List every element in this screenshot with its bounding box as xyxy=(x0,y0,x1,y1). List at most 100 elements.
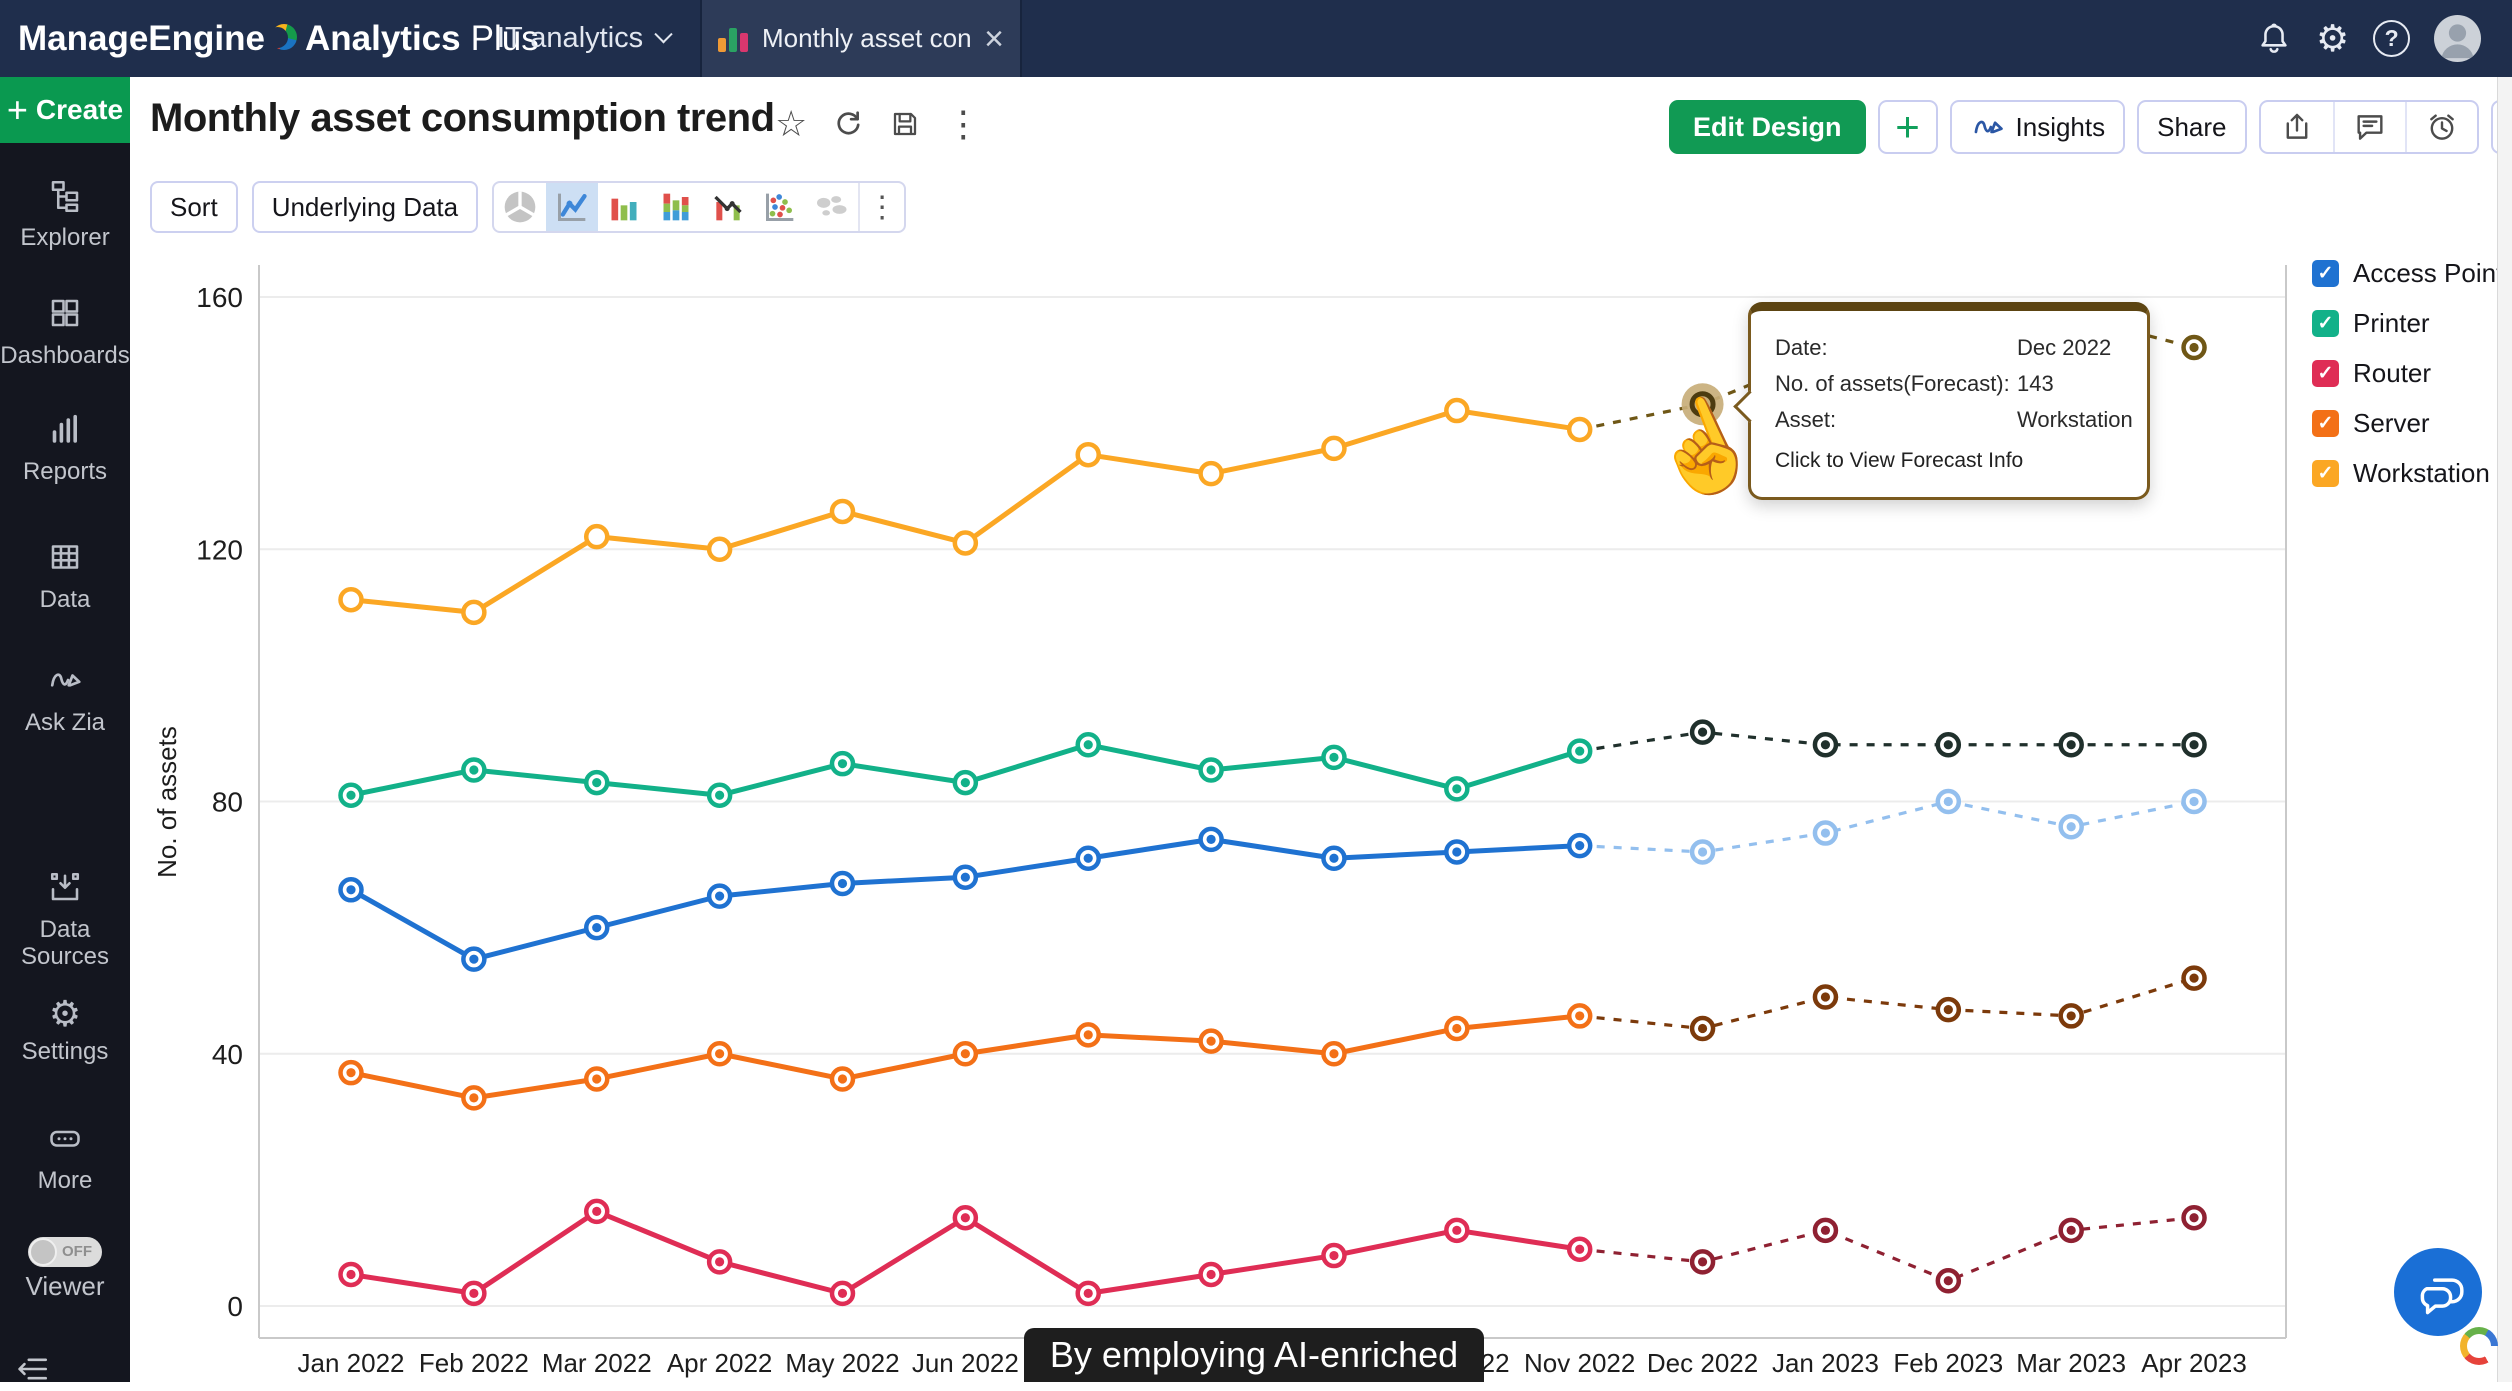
explorer-icon xyxy=(47,177,83,213)
sidebar-item-settings[interactable]: ⚙ Settings xyxy=(0,995,130,1065)
series-server xyxy=(341,968,2205,1109)
pie-chart-icon xyxy=(500,187,540,227)
sidebar-item-ask-zia[interactable]: Ask Zia xyxy=(0,662,130,736)
chevron-down-icon xyxy=(654,25,672,43)
x-tick-label: Jan 2023 xyxy=(1772,1348,1879,1378)
x-tick-label: Apr 2022 xyxy=(667,1348,773,1378)
legend-item-access-point[interactable]: ✓Access Point xyxy=(2312,258,2503,289)
avatar[interactable] xyxy=(2434,15,2481,62)
scatter-chart-type[interactable] xyxy=(754,183,806,231)
chart-type-switcher: ⋮ xyxy=(492,181,906,233)
underlying-data-button[interactable]: Underlying Data xyxy=(252,181,478,233)
y-tick-label: 80 xyxy=(212,787,243,818)
header-icon-group xyxy=(2259,100,2479,154)
tooltip-value: Dec 2022 xyxy=(2017,335,2111,361)
tooltip-value: Workstation xyxy=(2017,407,2133,433)
sidebar-item-label: Data Sources xyxy=(11,916,119,970)
sidebar-item-more[interactable]: More xyxy=(0,1120,130,1194)
line-chart-type-active[interactable] xyxy=(546,183,598,231)
collapse-sidebar-icon[interactable] xyxy=(16,1352,50,1391)
save-icon[interactable] xyxy=(889,108,921,140)
combo-chart-type[interactable] xyxy=(702,183,754,231)
legend-label: Server xyxy=(2353,408,2430,439)
bell-icon[interactable] xyxy=(2256,21,2292,57)
alarm-clock-icon xyxy=(2425,110,2459,144)
series-router xyxy=(341,1201,2205,1304)
toggle-knob xyxy=(29,1238,57,1266)
manageengine-swirl-icon xyxy=(271,22,299,56)
zia-loading-spinner xyxy=(2460,1327,2498,1365)
sidebar-item-data[interactable]: Data xyxy=(0,539,130,613)
comment-button[interactable] xyxy=(2333,102,2405,152)
close-icon[interactable]: × xyxy=(972,22,1004,56)
help-icon[interactable]: ? xyxy=(2373,20,2410,57)
bar-chart-icon xyxy=(718,26,748,52)
schedule-button[interactable] xyxy=(2405,102,2477,152)
legend-checkbox[interactable]: ✓ xyxy=(2312,360,2339,387)
sidebar-item-explorer[interactable]: Explorer xyxy=(0,177,130,251)
sidebar-item-dashboards[interactable]: Dashboards xyxy=(0,295,130,369)
bar-chart-icon xyxy=(604,187,644,227)
sidebar-item-label: Reports xyxy=(0,458,130,485)
kebab-menu-icon[interactable]: ⋮ xyxy=(945,104,981,144)
data-table-icon xyxy=(47,539,83,575)
toggle-state: OFF xyxy=(62,1243,92,1260)
workspace-switcher[interactable]: IT analytics xyxy=(497,0,670,77)
bar-chart-type[interactable] xyxy=(598,183,650,231)
y-tick-label: 40 xyxy=(212,1039,243,1070)
legend-label: Workstation xyxy=(2353,458,2490,489)
create-button[interactable]: + Create xyxy=(0,77,130,143)
sidebar-item-reports[interactable]: Reports xyxy=(0,411,130,485)
insights-button[interactable]: Insights xyxy=(1950,100,2126,154)
forecast-tooltip[interactable]: Date:Dec 2022 No. of assets(Forecast):14… xyxy=(1748,302,2150,500)
tab-title: Monthly asset consu... xyxy=(762,23,972,54)
viewer-toggle[interactable]: OFF xyxy=(28,1237,102,1267)
legend-checkbox[interactable]: ✓ xyxy=(2312,410,2339,437)
legend-checkbox[interactable]: ✓ xyxy=(2312,460,2339,487)
legend-item-server[interactable]: ✓ Server xyxy=(2312,408,2503,439)
vertical-scrollbar[interactable] xyxy=(2497,77,2512,1382)
stacked-bar-type[interactable] xyxy=(650,183,702,231)
sidebar-item-label: More xyxy=(0,1167,130,1194)
legend-checkbox[interactable]: ✓ xyxy=(2312,310,2339,337)
tooltip-footer: Click to View Forecast Info xyxy=(1775,449,2123,473)
more-icon xyxy=(47,1120,83,1156)
more-chart-types-icon[interactable]: ⋮ xyxy=(860,190,904,225)
tab-monthly-asset-consumption[interactable]: Monthly asset consu... × xyxy=(700,0,1022,77)
x-tick-label: Feb 2023 xyxy=(1893,1348,2003,1378)
data-sources-icon xyxy=(47,869,83,905)
legend-item-workstation[interactable]: ✓ Workstation xyxy=(2312,458,2503,489)
tooltip-label: No. of assets(Forecast): xyxy=(1775,371,2017,397)
workspace-name: IT analytics xyxy=(497,22,643,55)
stacked-bar-icon xyxy=(656,187,696,227)
legend-checkbox[interactable]: ✓ xyxy=(2312,260,2339,287)
legend-label: Router xyxy=(2353,358,2431,389)
sort-button[interactable]: Sort xyxy=(150,181,238,233)
sidebar-item-data-sources[interactable]: Data Sources xyxy=(0,869,130,970)
x-tick-label: Nov 2022 xyxy=(1524,1348,1635,1378)
comment-icon xyxy=(2353,110,2387,144)
chat-widget-button[interactable] xyxy=(2394,1248,2482,1336)
export-button[interactable] xyxy=(2261,102,2333,152)
legend-item-router[interactable]: ✓ Router xyxy=(2312,358,2503,389)
favorite-star-icon[interactable]: ☆ xyxy=(775,104,807,144)
ai-caption-overlay: By employing AI-enriched xyxy=(1024,1328,1484,1382)
app-logo: ManageEngineAnalyticsPlus xyxy=(18,0,539,77)
zia-icon xyxy=(46,662,84,698)
edit-design-button[interactable]: Edit Design xyxy=(1669,100,1866,154)
zia-insights-icon xyxy=(1970,110,2006,144)
sidebar: + Create Explorer Dashboards Reports Dat… xyxy=(0,77,130,1382)
sidebar-item-label: Explorer xyxy=(0,224,130,251)
legend-item-printer[interactable]: ✓Printer xyxy=(2312,308,2503,339)
refresh-icon[interactable] xyxy=(831,107,865,141)
combo-chart-icon xyxy=(708,187,748,227)
map-chart-type[interactable] xyxy=(806,183,858,231)
add-report-button[interactable]: + xyxy=(1878,100,1938,154)
world-map-icon xyxy=(812,187,852,227)
pie-chart-type[interactable] xyxy=(494,183,546,231)
series-access-point xyxy=(341,791,2205,970)
gear-icon[interactable]: ⚙ xyxy=(2316,20,2349,57)
share-button[interactable]: Share xyxy=(2137,100,2246,154)
x-tick-label: Mar 2023 xyxy=(2016,1348,2126,1378)
topbar-actions: ⚙ ? xyxy=(2256,0,2481,77)
